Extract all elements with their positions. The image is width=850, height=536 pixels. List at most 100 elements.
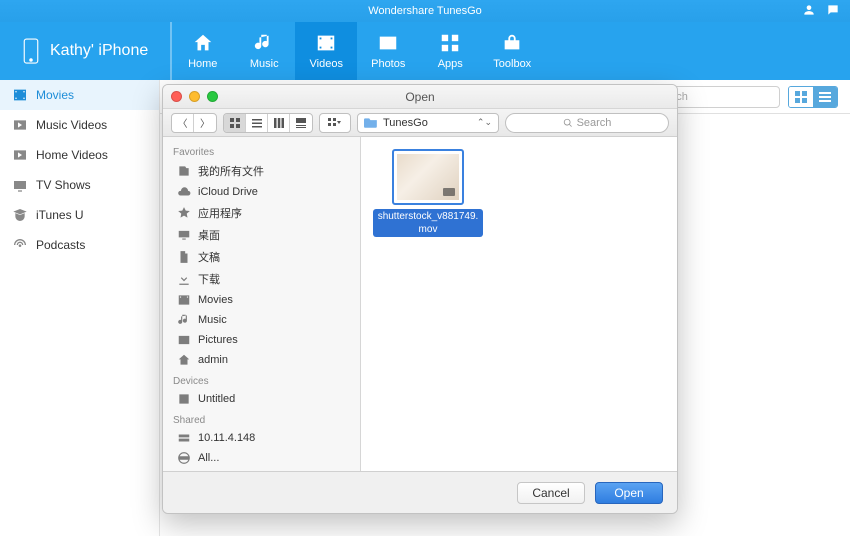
toolbox-icon bbox=[501, 32, 523, 54]
finder-item[interactable]: admin bbox=[163, 350, 360, 370]
open-button[interactable]: Open bbox=[595, 482, 663, 504]
folder-icon bbox=[364, 117, 378, 128]
view-list-icon[interactable] bbox=[813, 87, 837, 107]
app-titlebar: Wondershare TunesGo bbox=[0, 0, 850, 22]
path-dropdown[interactable]: TunesGo ⌃⌄ bbox=[357, 113, 499, 133]
finder-item-label: 应用程序 bbox=[198, 205, 242, 221]
finder-item[interactable]: All... bbox=[163, 448, 360, 468]
tab-label: Toolbox bbox=[493, 58, 531, 70]
cloud-icon bbox=[177, 185, 191, 199]
movies-icon bbox=[177, 293, 191, 307]
finder-item-label: Untitled bbox=[198, 393, 235, 405]
sidebar-item-podcasts[interactable]: Podcasts bbox=[0, 230, 159, 260]
sidebar-item-home-videos[interactable]: Home Videos bbox=[0, 140, 159, 170]
photos-icon bbox=[377, 32, 399, 54]
podcasts-icon bbox=[12, 237, 28, 253]
dialog-title: Open bbox=[405, 90, 434, 104]
itunes-u-icon bbox=[12, 207, 28, 223]
tab-apps[interactable]: Apps bbox=[419, 22, 481, 80]
phone-icon bbox=[22, 37, 40, 65]
arrange-dropdown[interactable] bbox=[319, 113, 351, 133]
dialog-search-placeholder: Search bbox=[577, 117, 612, 129]
finder-item[interactable]: Untitled bbox=[163, 389, 360, 409]
finder-group-favorites: Favorites bbox=[163, 141, 360, 160]
back-icon[interactable]: 〈 bbox=[172, 114, 194, 132]
home-icon bbox=[177, 353, 191, 367]
finder-item-label: admin bbox=[198, 354, 228, 366]
finder-item[interactable]: 10.11.4.148 bbox=[163, 428, 360, 448]
finder-item-label: 桌面 bbox=[198, 227, 220, 243]
finder-item[interactable]: Music bbox=[163, 310, 360, 330]
dialog-search-input[interactable]: Search bbox=[505, 113, 669, 133]
sidebar-item-label: Movies bbox=[36, 88, 74, 102]
applications-icon bbox=[177, 206, 191, 220]
tab-music[interactable]: Music bbox=[233, 22, 295, 80]
downloads-icon bbox=[177, 272, 191, 286]
tab-home[interactable]: Home bbox=[171, 22, 233, 80]
account-icon[interactable] bbox=[802, 3, 816, 17]
finder-item-label: All... bbox=[198, 452, 219, 464]
tab-photos[interactable]: Photos bbox=[357, 22, 419, 80]
finder-item[interactable]: 下载 bbox=[163, 268, 360, 290]
coverflow-view-icon[interactable] bbox=[290, 114, 312, 132]
forward-icon[interactable]: 〉 bbox=[194, 114, 216, 132]
tab-toolbox[interactable]: Toolbox bbox=[481, 22, 543, 80]
finder-item-label: Pictures bbox=[198, 334, 238, 346]
zoom-icon[interactable] bbox=[207, 91, 218, 102]
music-videos-icon bbox=[12, 117, 28, 133]
minimize-icon[interactable] bbox=[189, 91, 200, 102]
file-name: shutterstock_v881749.mov bbox=[373, 209, 483, 237]
finder-item-label: 10.11.4.148 bbox=[198, 432, 255, 444]
sidebar-item-label: Music Videos bbox=[36, 118, 107, 132]
finder-item[interactable]: 桌面 bbox=[163, 224, 360, 246]
close-icon[interactable] bbox=[171, 91, 182, 102]
nav-back-forward[interactable]: 〈 〉 bbox=[171, 113, 217, 133]
tab-label: Photos bbox=[371, 58, 405, 70]
finder-item-label: 我的所有文件 bbox=[198, 163, 264, 179]
music-icon bbox=[253, 32, 275, 54]
cancel-button[interactable]: Cancel bbox=[517, 482, 585, 504]
sidebar-item-movies[interactable]: Movies bbox=[0, 80, 159, 110]
finder-item-label: Music bbox=[198, 314, 227, 326]
finder-item[interactable]: Movies bbox=[163, 290, 360, 310]
sidebar-item-itunes-u[interactable]: iTunes U bbox=[0, 200, 159, 230]
tv-shows-icon bbox=[12, 177, 28, 193]
pictures-icon bbox=[177, 333, 191, 347]
open-dialog: Open 〈 〉 TunesGo ⌃⌄ Search Favorites 我的所有… bbox=[162, 84, 678, 514]
movies-icon bbox=[12, 87, 28, 103]
dialog-sidebar: Favorites 我的所有文件 iCloud Drive 应用程序桌面文稿下载 Mov… bbox=[163, 137, 361, 471]
sidebar-item-label: iTunes U bbox=[36, 208, 84, 222]
view-toggle[interactable] bbox=[788, 86, 838, 108]
finder-item[interactable]: 文稿 bbox=[163, 246, 360, 268]
finder-item[interactable]: iCloud Drive bbox=[163, 182, 360, 202]
finder-item[interactable]: 我的所有文件 bbox=[163, 160, 360, 182]
home-videos-icon bbox=[12, 147, 28, 163]
column-view-icon[interactable] bbox=[268, 114, 290, 132]
sidebar-item-label: Home Videos bbox=[36, 148, 108, 162]
view-mode-segment[interactable] bbox=[223, 113, 313, 133]
view-grid-icon[interactable] bbox=[789, 87, 813, 107]
feedback-icon[interactable] bbox=[826, 3, 840, 17]
tab-videos[interactable]: Videos bbox=[295, 22, 357, 80]
disk-icon bbox=[177, 392, 191, 406]
finder-item-label: Movies bbox=[198, 294, 233, 306]
path-selected: TunesGo bbox=[383, 117, 428, 129]
finder-item[interactable]: 应用程序 bbox=[163, 202, 360, 224]
sidebar: Movies Music Videos Home Videos TV Shows iTu… bbox=[0, 80, 160, 536]
sidebar-item-music-videos[interactable]: Music Videos bbox=[0, 110, 159, 140]
finder-item-label: 下载 bbox=[198, 271, 220, 287]
file-thumbnail bbox=[392, 149, 464, 205]
dialog-titlebar: Open bbox=[163, 85, 677, 109]
sidebar-item-tv-shows[interactable]: TV Shows bbox=[0, 170, 159, 200]
home-icon bbox=[192, 32, 214, 54]
videos-icon bbox=[315, 32, 337, 54]
file-item[interactable]: shutterstock_v881749.mov bbox=[373, 149, 483, 237]
icon-view-icon[interactable] bbox=[224, 114, 246, 132]
list-view-icon[interactable] bbox=[246, 114, 268, 132]
app-title: Wondershare TunesGo bbox=[368, 5, 482, 17]
device-name: Kathy' iPhone bbox=[50, 42, 148, 60]
dialog-file-area[interactable]: shutterstock_v881749.mov bbox=[361, 137, 677, 471]
finder-item[interactable]: Pictures bbox=[163, 330, 360, 350]
tab-label: Videos bbox=[310, 58, 343, 70]
device-selector[interactable]: Kathy' iPhone bbox=[0, 22, 171, 80]
